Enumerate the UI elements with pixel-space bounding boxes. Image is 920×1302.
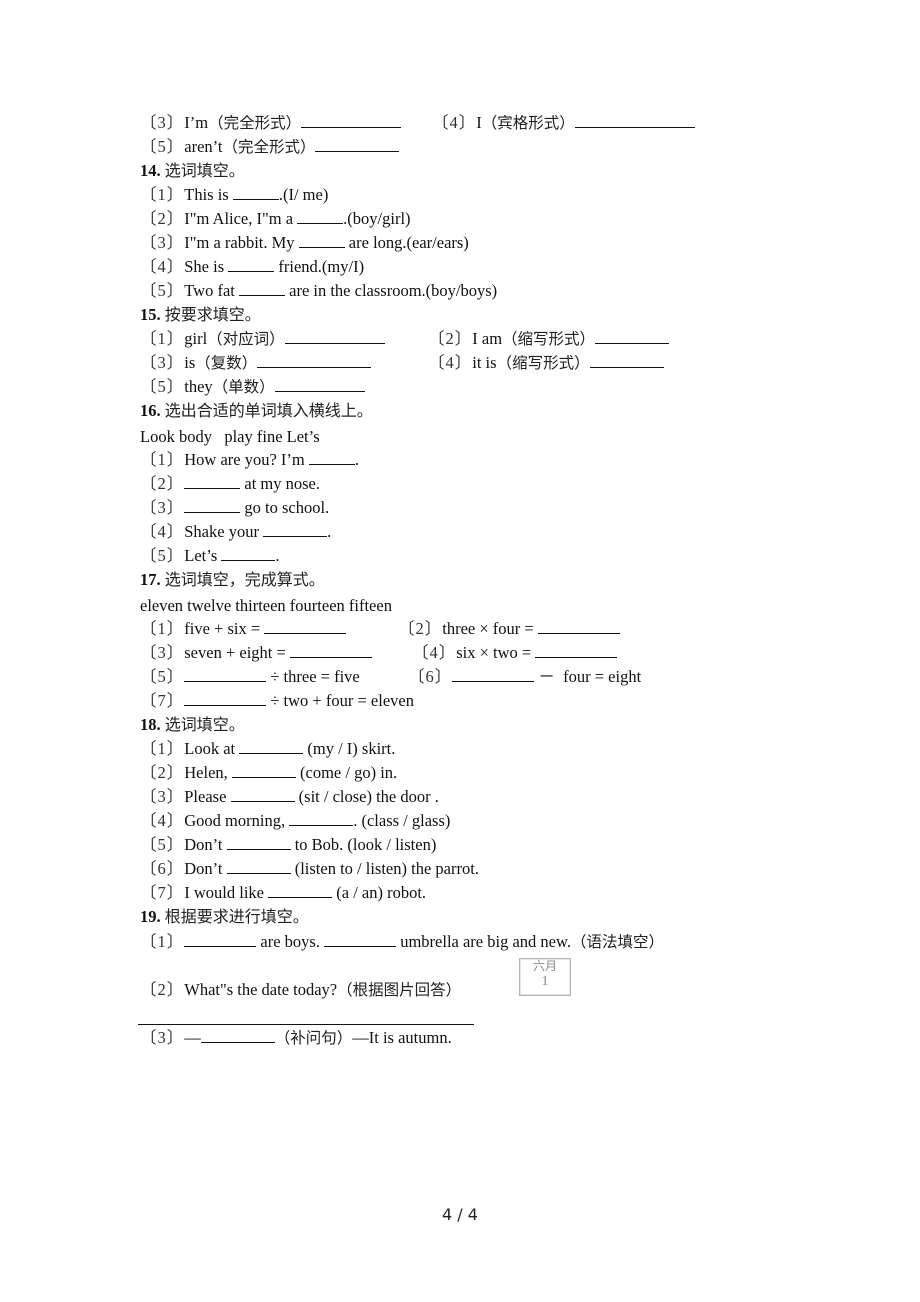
q14-item: 〔1〕This is .(I/ me) xyxy=(140,185,329,204)
answer-blank[interactable] xyxy=(535,643,618,658)
answer-blank[interactable] xyxy=(184,691,267,706)
answer-blank[interactable] xyxy=(230,787,295,802)
calendar-image: 六月 1 xyxy=(519,958,571,996)
answer-blank[interactable] xyxy=(221,546,276,561)
answer-blank[interactable] xyxy=(239,281,285,296)
answer-blank[interactable] xyxy=(289,643,372,658)
q18-title: 18. 选词填空。 xyxy=(140,715,245,734)
answer-blank[interactable] xyxy=(228,257,275,272)
answer-blank[interactable] xyxy=(268,883,333,898)
q13-item-4: 〔4〕I（宾格形式） xyxy=(432,113,695,133)
answer-blank[interactable] xyxy=(298,233,345,248)
q15-item: 〔4〕it is（缩写形式） xyxy=(428,353,664,373)
page-number: 4 / 4 xyxy=(442,1205,478,1224)
answer-blank[interactable] xyxy=(595,329,670,344)
q17-word-bank: eleven twelve thirteen fourteen fifteen xyxy=(140,596,392,615)
q18-item: 〔1〕Look at (my / I) skirt. xyxy=(140,739,396,758)
q19-item: 〔2〕What"s the date today?（根据图片回答） xyxy=(140,980,462,999)
answer-blank[interactable] xyxy=(184,498,241,513)
q17-item: 〔3〕seven + eight = xyxy=(140,643,372,663)
q18-item: 〔2〕Helen, (come / go) in. xyxy=(140,763,398,782)
q16-item: 〔1〕How are you? I’m . xyxy=(140,450,359,469)
q18-item: 〔4〕Good morning, . (class / glass) xyxy=(140,811,451,830)
q13-item-3: 〔3〕I’m（完全形式） xyxy=(140,113,402,133)
worksheet-page: 〔3〕I’m（完全形式） 〔4〕I（宾格形式） 〔5〕aren’t（完全形式） … xyxy=(0,0,920,1302)
calendar-day: 1 xyxy=(541,974,549,989)
answer-blank[interactable] xyxy=(589,353,664,368)
q16-item: 〔4〕Shake your . xyxy=(140,522,332,541)
answer-blank[interactable] xyxy=(324,932,397,947)
answer-blank[interactable] xyxy=(200,1028,275,1043)
q17-item: 〔5〕 ÷ three = five xyxy=(140,667,360,686)
q15-item: 〔3〕is（复数） xyxy=(140,353,372,373)
answer-blank[interactable] xyxy=(301,113,402,128)
answer-blank[interactable] xyxy=(264,619,347,634)
q13-item-5: 〔5〕aren’t（完全形式） xyxy=(140,137,400,157)
calendar-month: 六月 xyxy=(532,959,557,973)
q17-item: 〔1〕five + six = xyxy=(140,619,347,639)
q15-item: 〔2〕I am（缩写形式） xyxy=(428,329,670,349)
q16-item: 〔3〕 go to school. xyxy=(140,498,330,517)
answer-blank[interactable] xyxy=(184,474,241,489)
answer-blank[interactable] xyxy=(184,667,267,682)
answer-blank[interactable] xyxy=(239,739,304,754)
q18-item: 〔5〕Don’t to Bob. (look / listen) xyxy=(140,835,437,854)
q19-item: 〔3〕— （补问句）—It is autumn. xyxy=(140,1028,452,1047)
answer-blank[interactable] xyxy=(231,763,296,778)
q16-word-bank: Look body play fine Let’s xyxy=(140,427,320,446)
answer-blank[interactable] xyxy=(315,137,400,152)
answer-blank[interactable] xyxy=(263,522,328,537)
q15-item: 〔1〕girl（对应词） xyxy=(140,329,385,349)
q14-item: 〔3〕I"m a rabbit. My are long.(ear/ears) xyxy=(140,233,469,252)
answer-line[interactable] xyxy=(138,1024,474,1025)
answer-blank[interactable] xyxy=(257,353,372,368)
q19-item: 〔1〕 are boys. umbrella are big and new.（… xyxy=(140,932,664,951)
q18-item: 〔3〕Please (sit / close) the door . xyxy=(140,787,439,806)
q15-title: 15. 按要求填空。 xyxy=(140,305,261,324)
answer-blank[interactable] xyxy=(232,185,279,200)
q19-title: 19. 根据要求进行填空。 xyxy=(140,907,309,926)
q16-title: 16. 选出合适的单词填入横线上。 xyxy=(140,401,373,420)
answer-blank[interactable] xyxy=(274,377,365,392)
answer-blank[interactable] xyxy=(226,835,291,850)
answer-blank[interactable] xyxy=(226,859,291,874)
q14-item: 〔4〕She is friend.(my/I) xyxy=(140,257,365,276)
answer-blank[interactable] xyxy=(184,932,257,947)
answer-blank[interactable] xyxy=(284,329,385,344)
answer-blank[interactable] xyxy=(289,811,354,826)
q18-item: 〔6〕Don’t (listen to / listen) the parrot… xyxy=(140,859,479,878)
q17-item: 〔4〕six × two = xyxy=(412,643,618,663)
answer-blank[interactable] xyxy=(452,667,535,682)
q14-item: 〔2〕I"m Alice, I"m a .(boy/girl) xyxy=(140,209,411,228)
answer-blank[interactable] xyxy=(297,209,344,224)
q17-item: 〔2〕three × four = xyxy=(398,619,620,639)
answer-blank[interactable] xyxy=(537,619,620,634)
q16-item: 〔5〕Let’s . xyxy=(140,546,280,565)
answer-blank[interactable] xyxy=(308,450,355,465)
answer-blank[interactable] xyxy=(574,113,695,128)
q14-title: 14. 选词填空。 xyxy=(140,161,245,180)
q15-item: 〔5〕they（单数） xyxy=(140,377,365,397)
q16-item: 〔2〕 at my nose. xyxy=(140,474,320,493)
q17-title: 17. 选词填空，完成算式。 xyxy=(140,570,325,589)
q17-item: 〔6〕 － four = eight xyxy=(408,667,642,686)
q17-item: 〔7〕 ÷ two + four = eleven xyxy=(140,691,414,710)
q18-item: 〔7〕I would like (a / an) robot. xyxy=(140,883,427,902)
q14-item: 〔5〕Two fat are in the classroom.(boy/boy… xyxy=(140,281,498,300)
